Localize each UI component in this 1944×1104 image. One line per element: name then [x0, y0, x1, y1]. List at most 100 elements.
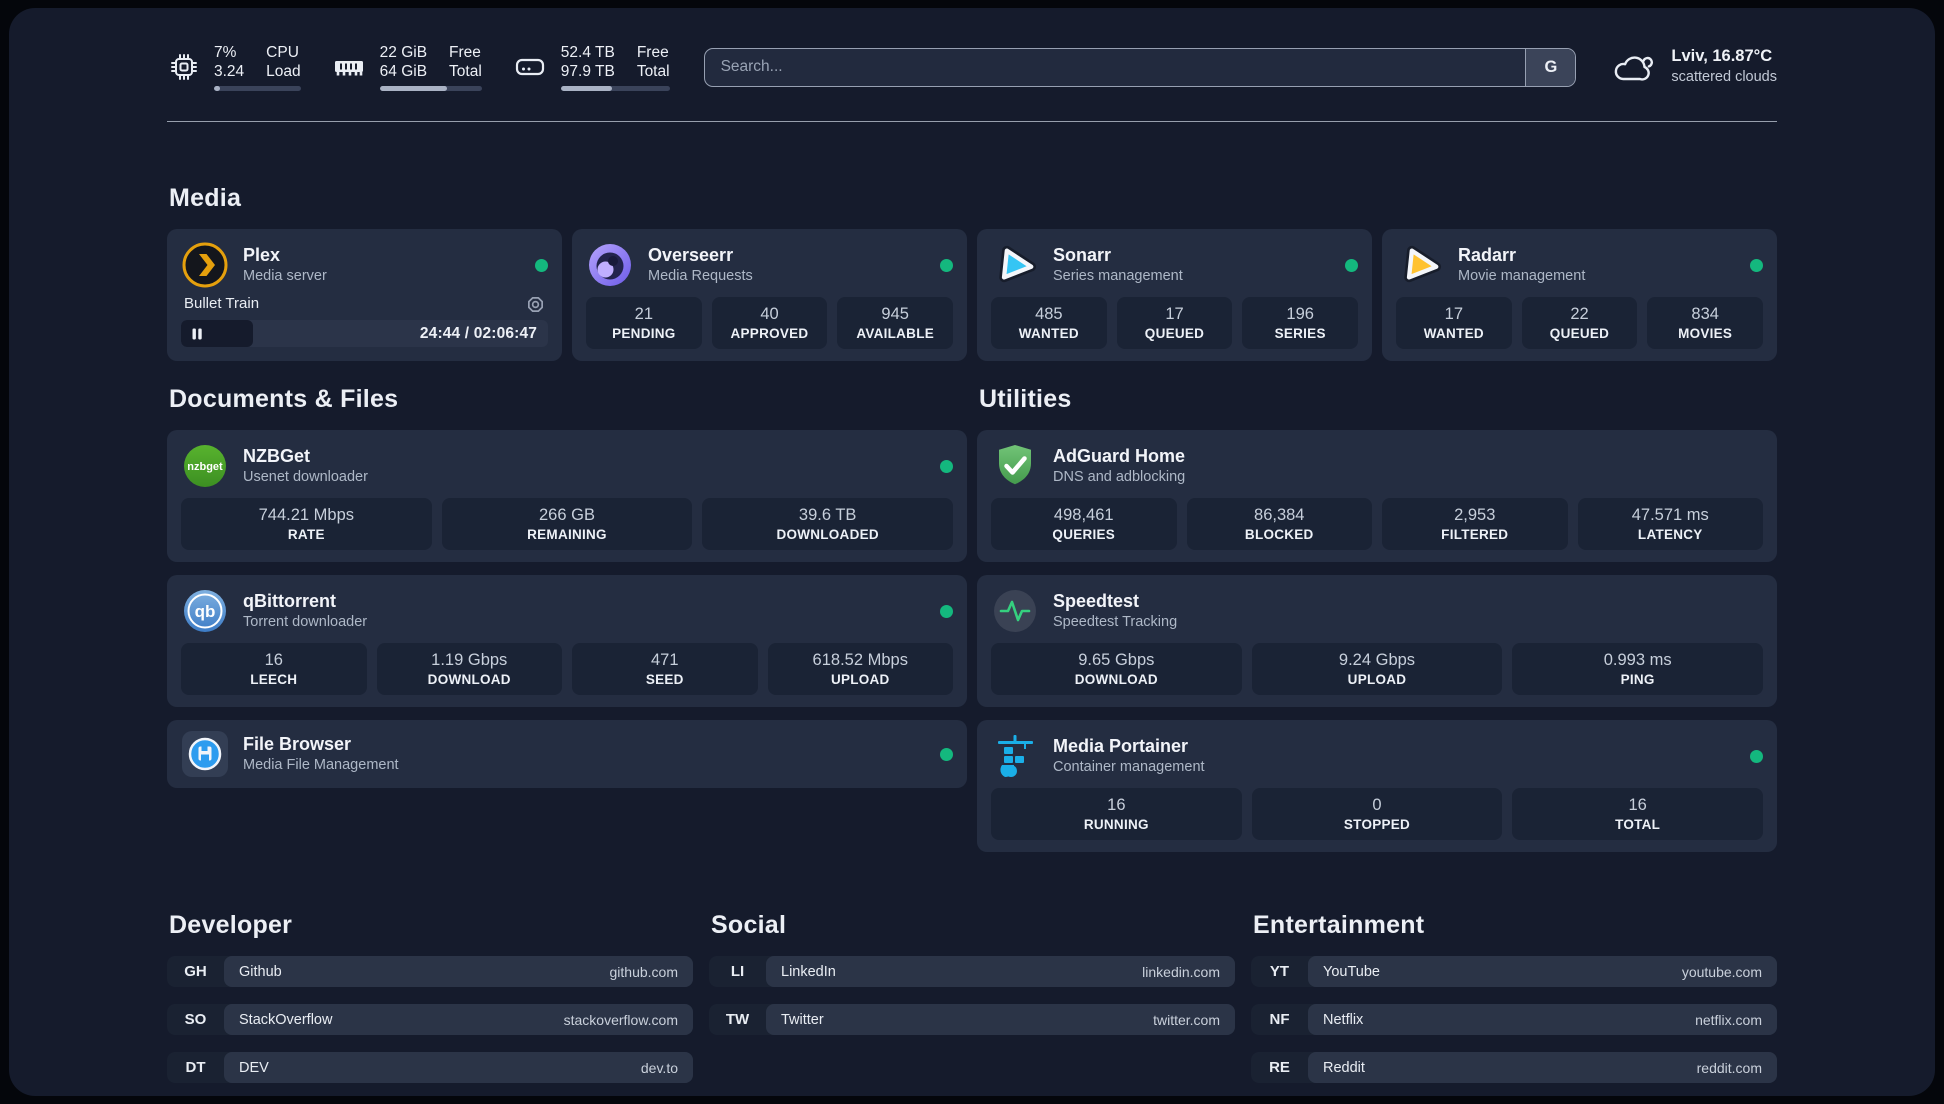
- status-dot: [1750, 749, 1763, 763]
- stat-tile: 9.24 Gbps UPLOAD: [1251, 643, 1503, 695]
- radarr-icon: [1396, 241, 1444, 289]
- pause-button[interactable]: [190, 327, 204, 341]
- header-divider: [167, 121, 1777, 122]
- disk-total-label: Total: [636, 63, 670, 80]
- status-dot: [1750, 258, 1763, 272]
- disk-icon: [512, 50, 548, 84]
- entertainment-section-title: Entertainment: [1253, 911, 1425, 939]
- social-section-title: Social: [711, 911, 787, 939]
- link-name: Reddit: [1323, 1059, 1365, 1076]
- link-url: youtube.com: [1681, 963, 1762, 980]
- link-stackoverflow[interactable]: SO StackOverflow stackoverflow.com: [167, 1004, 693, 1035]
- status-dot: [940, 747, 953, 761]
- stat-tile: 0.993 ms PING: [1512, 643, 1763, 695]
- weather-condition: scattered clouds: [1671, 69, 1777, 85]
- disk-stat: 52.4 TB Free 97.9 TB Total: [512, 43, 670, 91]
- memory-total-value: 64 GiB: [379, 63, 428, 80]
- memory-free-value: 22 GiB: [379, 44, 428, 61]
- stat-tile: 16 LEECH: [181, 643, 367, 695]
- adguard-card[interactable]: AdGuard Home DNS and adblocking 498,461 …: [977, 430, 1777, 562]
- portainer-icon: [991, 732, 1039, 780]
- speedtest-card[interactable]: Speedtest Speedtest Tracking 9.65 Gbps D…: [977, 575, 1777, 707]
- media-player-bar[interactable]: 24:44 / 02:06:47: [181, 320, 548, 347]
- link-reddit[interactable]: RE Reddit reddit.com: [1251, 1052, 1777, 1083]
- search-input[interactable]: [704, 48, 1526, 86]
- link-name: Netflix: [1323, 1011, 1364, 1028]
- stat-tile: 196 SERIES: [1242, 297, 1358, 349]
- stat-tile: 9.65 Gbps DOWNLOAD: [991, 643, 1242, 695]
- search-engine-button[interactable]: G: [1525, 48, 1576, 86]
- app-title: NZBGet: [243, 446, 310, 466]
- link-name: StackOverflow: [239, 1011, 333, 1028]
- top-bar: 7% CPU 3.24 Load 22 GiB Free 64 GiB Tota…: [167, 38, 1777, 96]
- system-stats: 7% CPU 3.24 Load 22 GiB Free 64 GiB Tota…: [167, 43, 670, 91]
- link-youtube[interactable]: YT YouTube youtube.com: [1251, 956, 1777, 987]
- stat-tile: 744.21 Mbps RATE: [181, 498, 432, 550]
- cloud-icon: [1610, 47, 1656, 87]
- link-dev-to[interactable]: DT DEV dev.to: [167, 1052, 693, 1083]
- disk-free-label: Free: [636, 44, 669, 61]
- portainer-card[interactable]: Media Portainer Container management 16 …: [977, 720, 1777, 852]
- link-twitter[interactable]: TW Twitter twitter.com: [709, 1004, 1235, 1035]
- utilities-section-title: Utilities: [979, 385, 1072, 413]
- status-dot: [940, 459, 953, 473]
- link-name: YouTube: [1323, 963, 1380, 980]
- nzbget-card[interactable]: nzbget NZBGet Usenet downloader 744.21 M…: [167, 430, 967, 562]
- stat-tile: 2,953 FILTERED: [1382, 498, 1568, 550]
- app-title: qBittorrent: [243, 591, 336, 611]
- social-links: Social LI LinkedIn linkedin.com TW Twitt…: [709, 911, 1235, 1052]
- disk-free-value: 52.4 TB: [560, 44, 615, 61]
- plex-card[interactable]: Plex Media server Bullet Train 24:44 / 0…: [167, 229, 562, 361]
- documents-section-title: Documents & Files: [169, 385, 399, 413]
- link-tag: RE: [1269, 1059, 1290, 1076]
- link-github[interactable]: GH Github github.com: [167, 956, 693, 987]
- cpu-icon: [167, 50, 201, 84]
- sonarr-card[interactable]: Sonarr Series management 485 WANTED 17 Q…: [977, 229, 1372, 361]
- link-tag: LI: [730, 963, 745, 980]
- stat-tile: 21 PENDING: [586, 297, 702, 349]
- radarr-card[interactable]: Radarr Movie management 17 WANTED 22 QUE…: [1382, 229, 1777, 361]
- stat-tile: 47.571 ms LATENCY: [1577, 498, 1763, 550]
- memory-progress-track: [379, 86, 482, 91]
- memory-stat: 22 GiB Free 64 GiB Total: [331, 43, 482, 91]
- stat-tile: 17 WANTED: [1396, 297, 1512, 349]
- link-url: stackoverflow.com: [563, 1011, 678, 1028]
- adguard-icon: [991, 442, 1039, 490]
- app-subtitle: DNS and adblocking: [1053, 469, 1186, 485]
- stat-tile: 17 QUEUED: [1116, 297, 1233, 349]
- cpu-load-label: Load: [266, 63, 301, 80]
- link-linkedin[interactable]: LI LinkedIn linkedin.com: [709, 956, 1235, 987]
- dashboard-window: 7% CPU 3.24 Load 22 GiB Free 64 GiB Tota…: [9, 8, 1935, 1096]
- status-dot: [535, 258, 548, 272]
- link-tag: YT: [1269, 963, 1290, 980]
- stat-tile: 86,384 BLOCKED: [1186, 498, 1372, 550]
- stat-tile: 485 WANTED: [991, 297, 1107, 349]
- overseerr-icon: [586, 241, 634, 289]
- app-subtitle: Container management: [1053, 759, 1205, 775]
- weather-location-temp: Lviv, 16.87°C: [1671, 47, 1773, 65]
- qbittorrent-card[interactable]: qb qBittorrent Torrent downloader 16 LEE…: [167, 575, 967, 707]
- link-url: dev.to: [640, 1059, 678, 1076]
- disk-total-value: 97.9 TB: [560, 63, 615, 80]
- session-settings-icon[interactable]: [526, 295, 545, 314]
- link-url: linkedin.com: [1142, 963, 1220, 980]
- stat-tile: 945 AVAILABLE: [837, 297, 953, 349]
- sonarr-icon: [991, 241, 1039, 289]
- cpu-progress-track: [214, 86, 301, 91]
- app-subtitle: Media server: [243, 268, 327, 284]
- link-tag: DT: [185, 1059, 206, 1076]
- cpu-label: CPU: [266, 44, 299, 61]
- stat-tile: 498,461 QUERIES: [991, 498, 1177, 550]
- app-subtitle: Media File Management: [243, 757, 399, 773]
- now-playing-title: Bullet Train: [184, 295, 260, 312]
- filebrowser-card[interactable]: File Browser Media File Management: [167, 720, 967, 788]
- link-netflix[interactable]: NF Netflix netflix.com: [1251, 1004, 1777, 1035]
- entertainment-links: Entertainment YT YouTube youtube.com NF …: [1251, 911, 1777, 1096]
- disk-progress-fill: [560, 86, 612, 91]
- stat-tile: 22 QUEUED: [1521, 297, 1638, 349]
- stat-tile: 16 RUNNING: [991, 788, 1242, 840]
- app-title: Overseerr: [648, 245, 734, 265]
- app-subtitle: Torrent downloader: [243, 614, 368, 630]
- overseerr-card[interactable]: Overseerr Media Requests 21 PENDING 40 A…: [572, 229, 967, 361]
- stat-tile: 0 STOPPED: [1251, 788, 1503, 840]
